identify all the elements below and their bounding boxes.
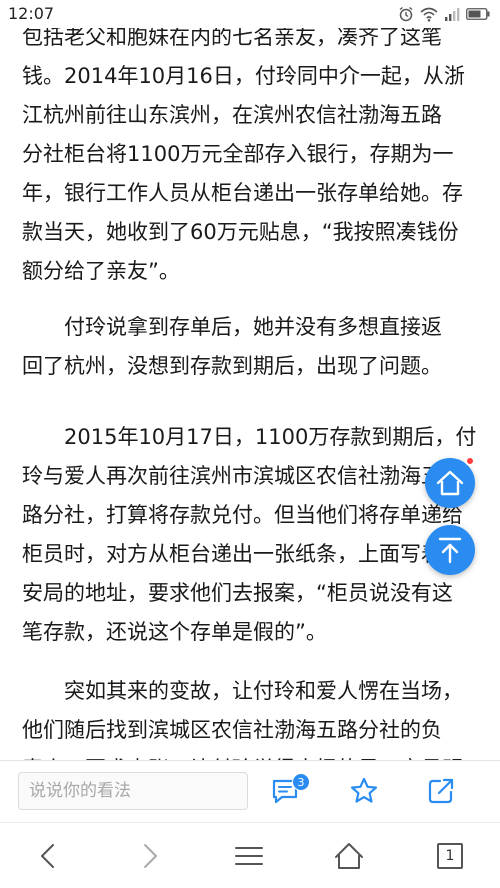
- menu-icon[interactable]: [234, 841, 264, 871]
- text-line: 钱。2014年10月16日，付玲同中介一起，从浙: [22, 64, 465, 88]
- status-icons: [398, 5, 490, 23]
- text-line: 玲与爱人再次前往滨州市滨城区农信社渤海五: [22, 464, 442, 488]
- article-paragraph: 突如其来的变故，让付玲和爱人愣在当场， 他们随后找到滨城区农信社渤海五路分社的负…: [22, 672, 482, 760]
- text-line: 路分社，打算将存款兑付。但当他们将存单递给: [22, 503, 463, 527]
- text-line: 额分给了亲友”。: [22, 259, 180, 283]
- notification-dot: [465, 456, 475, 466]
- text-line: 安局的地址，要求他们去报案，“柜员说没有这: [22, 581, 453, 605]
- browser-nav-bar: 1: [0, 822, 500, 888]
- text-line: 回了杭州，没想到存款到期后，出现了问题。: [22, 354, 442, 378]
- forward-icon[interactable]: [134, 841, 164, 871]
- arrow-up-icon: [438, 537, 462, 564]
- text-line: 年，银行工作人员从柜台递出一张存单给她。存: [22, 181, 463, 205]
- comment-bar: [0, 760, 500, 822]
- text-line: 笔存款，还说这个存单是假的”。: [22, 620, 327, 644]
- article-paragraph: 付玲说拿到存单后，她并没有多想直接返 回了杭州，没想到存款到期后，出现了问题。: [22, 308, 482, 386]
- signal-icon: [445, 8, 460, 21]
- text-line: 款当天，她收到了60万元贴息，“我按照凑钱份: [22, 220, 459, 244]
- share-icon[interactable]: [426, 776, 456, 806]
- alarm-icon: [399, 6, 413, 22]
- tabs-button[interactable]: 1: [437, 843, 463, 869]
- text-line: 柜员时，对方从柜台递出一张纸条，上面写着公: [22, 542, 463, 566]
- status-time: 12:07: [8, 4, 55, 23]
- text-line: 他们随后找到滨城区农信社渤海五路分社的负: [22, 718, 442, 742]
- article-paragraph: 2015年10月17日，1100万存款到期后，付 玲与爱人再次前往滨州市滨城区农…: [22, 418, 482, 652]
- comment-input[interactable]: [18, 772, 248, 810]
- back-icon[interactable]: [34, 841, 64, 871]
- status-bar: 12:07: [0, 0, 500, 28]
- battery-icon: [466, 8, 490, 20]
- wifi-icon: [420, 7, 438, 22]
- text-line: 江杭州前往山东滨州，在滨州农信社渤海五路: [22, 103, 442, 127]
- article-paragraph: 包括老父和胞妹在内的七名亲友，凑齐了这笔 钱。2014年10月16日，付玲同中介…: [22, 18, 482, 291]
- tab-count: 1: [445, 848, 455, 864]
- text-line: 2015年10月17日，1100万存款到期后，付: [22, 425, 477, 449]
- home-icon[interactable]: [334, 841, 364, 871]
- text-line: 付玲说拿到存单后，她并没有多想直接返: [22, 315, 442, 339]
- comment-count-badge: 3: [292, 773, 310, 791]
- text-line: 责人，要求查账。让付玲觉得奇怪的是，交易明: [22, 750, 482, 760]
- text-line: 突如其来的变故，让付玲和爱人愣在当场，: [22, 679, 463, 703]
- text-line: 分社柜台将1100万元全部存入银行，存期为一: [22, 142, 454, 166]
- star-icon[interactable]: [349, 776, 379, 806]
- scroll-top-button[interactable]: [425, 525, 475, 575]
- article-content: 包括老父和胞妹在内的七名亲友，凑齐了这笔 钱。2014年10月16日，付玲同中介…: [0, 0, 500, 760]
